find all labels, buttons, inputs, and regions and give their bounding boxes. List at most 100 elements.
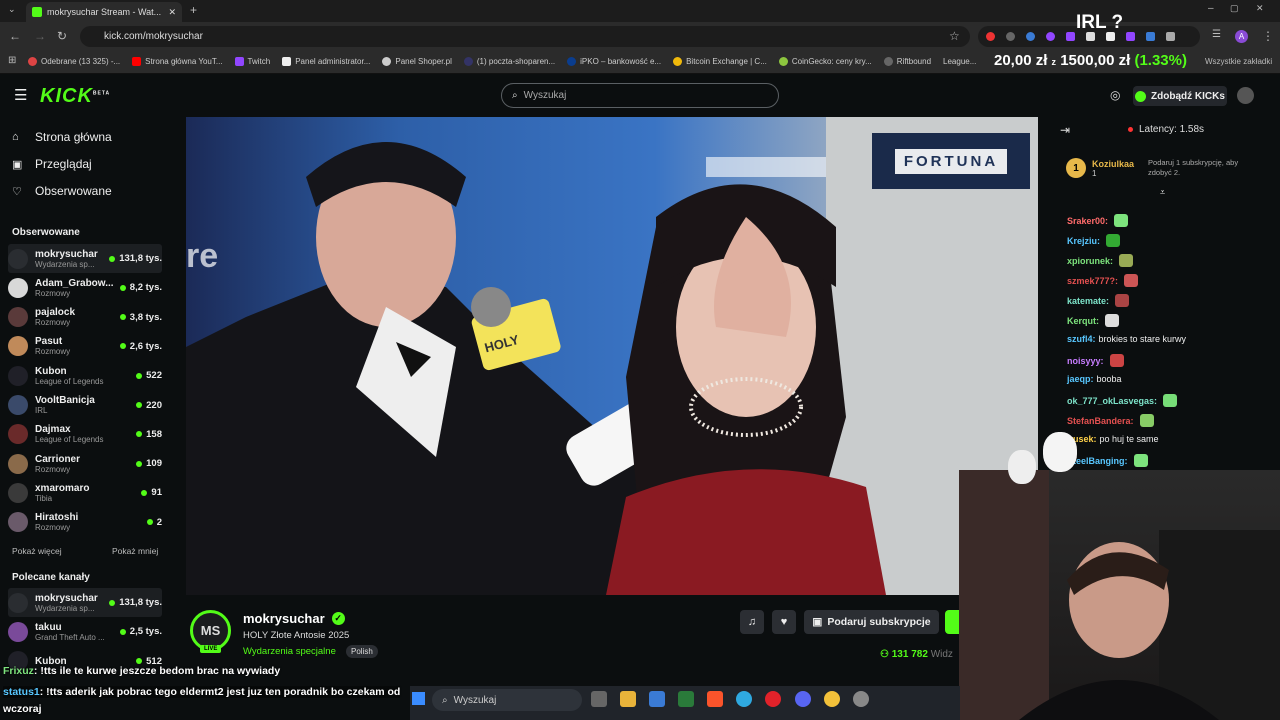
- bookmark-item[interactable]: (1) poczta-shoparen...: [463, 57, 555, 66]
- puzzle-icon[interactable]: [1166, 32, 1175, 41]
- browser-tab[interactable]: mokrysuchar Stream - Wat... ✕: [26, 2, 182, 22]
- show-more-link[interactable]: Pokaż więcej: [12, 546, 62, 556]
- sidebar-channel[interactable]: pajalock Rozmowy 3,8 tys.: [8, 303, 162, 332]
- bookmark-item[interactable]: Riftbound: [883, 57, 931, 66]
- bookmark-item[interactable]: Panel administrator...: [282, 57, 370, 66]
- chat-username[interactable]: StefanBandera:: [1067, 416, 1134, 426]
- app-icon[interactable]: [678, 691, 694, 707]
- gift-subscription-button[interactable]: ▣ Podaruj subskrypcje: [804, 610, 939, 634]
- bookmark-item[interactable]: Strona główna YouT...: [132, 57, 223, 66]
- opera-icon[interactable]: [765, 691, 781, 707]
- stream-language-badge[interactable]: Polish: [346, 645, 378, 658]
- hamburger-menu-icon[interactable]: ☰: [14, 88, 27, 103]
- extension-icon[interactable]: [1066, 32, 1075, 41]
- store-icon[interactable]: [649, 691, 665, 707]
- sidebar-channel[interactable]: Hiratoshi Rozmowy 2: [8, 508, 162, 537]
- file-explorer-icon[interactable]: [620, 691, 636, 707]
- chat-username[interactable]: szmek777?:: [1067, 276, 1118, 286]
- bookmark-item[interactable]: Twitch: [234, 57, 270, 66]
- nav-home[interactable]: ⌂ Strona główna: [12, 130, 112, 144]
- bookmark-item[interactable]: League...: [943, 57, 976, 66]
- nav-browse[interactable]: ▣ Przeglądaj: [12, 157, 92, 171]
- price-overlay: 20,00 zł z 1500,00 zł (1.33%): [994, 52, 1187, 69]
- extension-icon[interactable]: [986, 32, 995, 41]
- channel-name: VooltBanicja: [35, 395, 95, 406]
- edge-icon[interactable]: [736, 691, 752, 707]
- sidebar-channel[interactable]: mokrysuchar Wydarzenia sp... 131,8 tys.: [8, 588, 162, 617]
- menu-dots-icon[interactable]: ⋮: [1262, 30, 1274, 42]
- search-input[interactable]: ⌕ Wyszukaj: [501, 83, 779, 108]
- bookmark-item[interactable]: iPKO – bankowość e...: [567, 57, 661, 66]
- maximize-icon[interactable]: ▢: [1230, 4, 1239, 13]
- tab-list-icon[interactable]: ⌄: [8, 5, 16, 14]
- stream-category[interactable]: Wydarzenia specjalne: [243, 646, 336, 657]
- gift-leaderboard[interactable]: 1 Koziulkaa 1 Podaruj 1 subskrypcję, aby…: [1066, 150, 1268, 186]
- nav-following[interactable]: ♡ Obserwowane: [12, 184, 112, 198]
- chat-scroll-icon[interactable]: ⩡: [1160, 188, 1165, 197]
- chat-username[interactable]: Krejziu:: [1067, 236, 1100, 246]
- channel-category: Rozmowy: [35, 318, 71, 328]
- chat-username[interactable]: Sraker00:: [1067, 216, 1108, 226]
- streamer-name[interactable]: mokrysuchar ✓: [243, 611, 345, 626]
- reload-icon[interactable]: ↻: [57, 30, 67, 42]
- chrome-icon[interactable]: [824, 691, 840, 707]
- brave-icon[interactable]: [707, 691, 723, 707]
- chat-username[interactable]: jaeqp:: [1067, 374, 1094, 384]
- get-kicks-button[interactable]: Zdobądź KICKs: [1133, 86, 1227, 106]
- extension-icon[interactable]: [1046, 32, 1055, 41]
- home-icon: ⌂: [12, 131, 19, 143]
- user-avatar[interactable]: [1237, 87, 1254, 104]
- channel-category: Wydarzenia sp...: [35, 259, 95, 269]
- sidebar-channel[interactable]: Carrioner Rozmowy 109: [8, 449, 162, 478]
- bookmark-item[interactable]: CoinGecko: ceny kry...: [778, 57, 872, 66]
- extension-icon[interactable]: [1126, 32, 1135, 41]
- sidebar-channel[interactable]: VooltBanicja IRL 220: [8, 391, 162, 420]
- extension-icon[interactable]: [1026, 32, 1035, 41]
- channel-name: takuu: [35, 621, 62, 633]
- tab-close-icon[interactable]: ✕: [168, 7, 176, 18]
- collapse-chat-icon[interactable]: ⇥: [1060, 124, 1070, 136]
- minimize-icon[interactable]: –: [1208, 4, 1214, 14]
- subscribe-button[interactable]: [945, 610, 960, 634]
- bookmark-item[interactable]: Odebrane (13 325) -...: [28, 57, 120, 66]
- address-bar[interactable]: kick.com/mokrysuchar: [80, 26, 970, 47]
- chat-username[interactable]: Kerqut:: [1067, 316, 1099, 326]
- extension-icon[interactable]: [1006, 32, 1015, 41]
- extension-icon[interactable]: [1146, 32, 1155, 41]
- sidebar-channel[interactable]: Adam_Grabow... Rozmowy 8,2 tys.: [8, 273, 162, 302]
- app-icon[interactable]: [853, 691, 869, 707]
- close-window-icon[interactable]: ✕: [1256, 4, 1264, 13]
- notification-icon[interactable]: ◎: [1110, 89, 1120, 101]
- bookmark-item[interactable]: Bitcoin Exchange | C...: [673, 57, 767, 66]
- sidebar-channel[interactable]: Kubon League of Legends 522: [8, 361, 162, 390]
- chat-username[interactable]: katemate:: [1067, 296, 1109, 306]
- back-icon[interactable]: ←: [9, 30, 21, 42]
- bookmark-item[interactable]: Panel Shoper.pl: [382, 57, 452, 66]
- apps-grid-icon[interactable]: ⊞: [8, 56, 16, 66]
- sidebar-channel[interactable]: Pasut Rozmowy 2,6 tys.: [8, 332, 162, 361]
- chat-username[interactable]: ok_777_okLasvegas:: [1067, 396, 1157, 406]
- overlay-chat-line: status1: !tts aderik jak pobrac tego eld…: [3, 686, 401, 698]
- sidebar-channel[interactable]: Dajmax League of Legends 158: [8, 420, 162, 449]
- bookmark-star-icon[interactable]: ☆: [949, 30, 960, 42]
- notification-bell-button[interactable]: ♫: [740, 610, 764, 634]
- reading-list-icon[interactable]: ☰: [1212, 30, 1221, 40]
- kick-logo[interactable]: KICKBETA: [40, 85, 110, 108]
- chat-username[interactable]: szufl4:: [1067, 334, 1096, 344]
- sidebar-channel[interactable]: takuu Grand Theft Auto ... 2,5 tys.: [8, 617, 162, 646]
- chat-username[interactable]: noisyyy:: [1067, 356, 1104, 366]
- channel-viewers: 158: [136, 429, 162, 440]
- task-view-icon[interactable]: [591, 691, 607, 707]
- show-less-link[interactable]: Pokaż mniej: [112, 546, 158, 556]
- chat-username[interactable]: xpiorunek:: [1067, 256, 1113, 266]
- windows-start-icon[interactable]: [412, 692, 425, 705]
- new-tab-icon[interactable]: +: [190, 4, 197, 16]
- follow-button[interactable]: ♥: [772, 610, 796, 634]
- forward-icon[interactable]: →: [34, 30, 46, 42]
- all-bookmarks[interactable]: Wszystkie zakładki: [1205, 57, 1272, 66]
- sidebar-channel[interactable]: xmaromaro Tibia 91: [8, 478, 162, 507]
- sidebar-channel[interactable]: mokrysuchar Wydarzenia sp... 131,8 tys.: [8, 244, 162, 273]
- taskbar-search[interactable]: ⌕ Wyszukaj: [432, 689, 582, 711]
- discord-icon[interactable]: [795, 691, 811, 707]
- profile-avatar[interactable]: A: [1235, 30, 1248, 43]
